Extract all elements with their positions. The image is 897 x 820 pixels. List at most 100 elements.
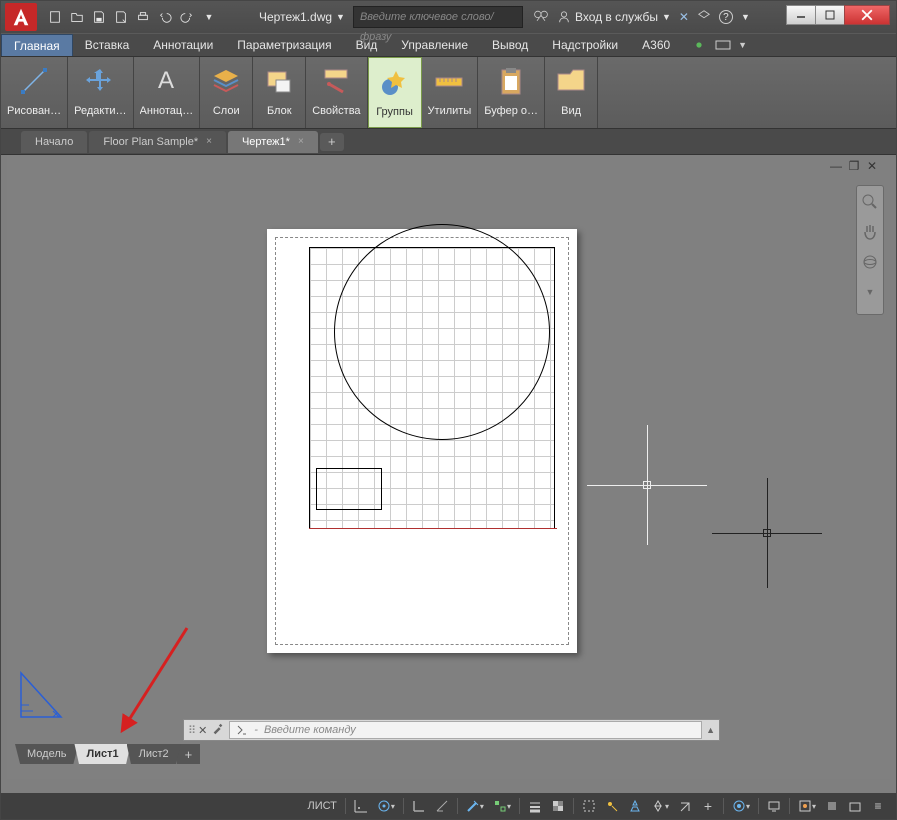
maximize-button[interactable] [815,5,845,25]
layout-tab-sheet2[interactable]: Лист2 [127,744,181,764]
status-isoplane-icon[interactable]: ▾ [463,796,487,816]
qat-saveas-icon[interactable] [111,7,131,27]
doctab-floorplan[interactable]: Floor Plan Sample* × [89,131,226,153]
close-icon[interactable]: × [298,136,304,147]
drawn-circle [334,224,550,440]
status-selection-icon[interactable] [579,796,599,816]
close-icon[interactable]: × [206,136,212,147]
panel-modify[interactable]: Редакти… [68,57,133,128]
command-input[interactable]: - Введите команду [229,721,702,739]
panel-clipboard[interactable]: Буфер о… [478,57,545,128]
tab-parametric[interactable]: Параметризация [225,34,343,56]
grip-icon[interactable]: ⠿ [188,724,194,737]
layout-tab-model[interactable]: Модель [15,744,78,764]
annotation-arrow [117,623,197,733]
vp-minimize-icon[interactable]: — [828,159,844,173]
app-icon[interactable] [697,9,711,26]
zoom-icon[interactable] [860,192,880,212]
measure-icon [429,61,469,101]
command-line[interactable]: ⠿ ✕ - Введите команду ▲ [183,719,720,741]
tab-a360[interactable]: A360 [630,34,682,56]
nav-expand-icon[interactable]: ▼ [860,282,880,302]
doctab-drawing1[interactable]: Чертеж1*× [228,131,318,153]
cmd-close-icon[interactable]: ✕ [198,724,207,737]
search-input[interactable]: Введите ключевое слово/фразу [353,6,523,28]
status-mode[interactable]: ЛИСТ [304,796,339,816]
exchange-icon[interactable]: ✕ [679,10,689,24]
qat-print-icon[interactable] [133,7,153,27]
status-isolate-icon[interactable] [822,796,842,816]
cmd-history-icon[interactable]: ▲ [706,725,715,735]
qat-redo-icon[interactable] [177,7,197,27]
layout-tab-sheet1[interactable]: Лист1 [74,744,130,764]
sign-in-button[interactable]: Вход в службы▼ [557,10,671,24]
status-monitor-icon[interactable] [764,796,784,816]
panel-groups[interactable]: Группы [368,57,422,128]
doctab-start[interactable]: Начало [21,131,87,153]
window-controls [787,5,890,25]
tab-insert[interactable]: Вставка [73,34,142,56]
vp-close-icon[interactable]: ✕ [864,159,880,173]
panel-view[interactable]: Вид [545,57,598,128]
tab-output[interactable]: Вывод [480,34,540,56]
pan-icon[interactable] [860,222,880,242]
status-annoscale-icon[interactable] [625,796,645,816]
viewport-bottom-edge [309,528,557,529]
status-osnap-icon[interactable]: ▾ [490,796,514,816]
close-button[interactable] [844,5,890,25]
document-title-text: Чертеж1.dwg [259,10,332,24]
ribbon-collapse-icon[interactable] [714,37,732,53]
tab-home[interactable]: Главная [1,34,73,56]
status-grid-icon[interactable] [351,796,371,816]
panel-draw[interactable]: Рисован… [1,57,68,128]
status-bar: ЛИСТ ▾ ▾ ▾ ▾ + ▾ ▾ ≡ [1,793,896,819]
tab-view[interactable]: Вид [344,34,390,56]
model-viewport[interactable] [309,247,555,529]
panel-utilities[interactable]: Утилиты [422,57,479,128]
qat-undo-icon[interactable] [155,7,175,27]
panel-annotation-label: Аннотац… [140,105,194,117]
tab-annotate[interactable]: Аннотации [141,34,225,56]
group-icon [375,62,415,102]
panel-properties[interactable]: Свойства [306,57,367,128]
clipboard-icon [491,61,531,101]
qat-dropdown-icon[interactable]: ▼ [199,7,219,27]
qat-save-icon[interactable] [89,7,109,27]
ribbon-tab-strip: Главная Вставка Аннотации Параметризация… [1,33,896,57]
layout-tab-add[interactable]: + [177,744,201,764]
status-clean-icon[interactable] [845,796,865,816]
app-logo[interactable] [5,3,37,31]
orbit-icon[interactable] [860,252,880,272]
vp-maximize-icon[interactable]: ❐ [846,159,862,173]
featured-apps-icon[interactable] [690,37,708,53]
panel-layers[interactable]: Слои [200,57,253,128]
status-lineweight-icon[interactable] [525,796,545,816]
status-workspace-icon[interactable]: ▾ [729,796,753,816]
qat-new-icon[interactable] [45,7,65,27]
status-customize-icon[interactable]: ≡ [868,796,888,816]
cmd-settings-icon[interactable] [211,722,225,739]
document-tabs: Начало Floor Plan Sample* × Чертеж1*× + [1,129,896,155]
status-scale-icon[interactable]: ▾ [648,796,672,816]
doctab-add[interactable]: + [320,133,344,151]
status-transparency-icon[interactable] [548,796,568,816]
prompt-icon [236,724,248,736]
panel-block[interactable]: Блок [253,57,306,128]
doctab-floorplan-label: Floor Plan Sample* [103,136,198,148]
status-polar-icon[interactable] [432,796,452,816]
drawing-canvas[interactable]: — ❐ ✕ ▼ ⠿ ✕ - Введите кома [7,155,890,779]
qat-open-icon[interactable] [67,7,87,27]
panel-annotation[interactable]: A Аннотац… [134,57,201,128]
infocenter-icon[interactable] [533,9,549,26]
status-ortho-icon[interactable] [409,796,429,816]
status-snap-icon[interactable]: ▾ [374,796,398,816]
help-icon[interactable]: ? [719,10,733,24]
status-annovis-icon[interactable] [675,796,695,816]
minimize-button[interactable] [786,5,816,25]
status-units-icon[interactable]: ▾ [795,796,819,816]
status-gizmo-icon[interactable] [602,796,622,816]
tab-manage[interactable]: Управление [389,34,480,56]
tab-addins[interactable]: Надстройки [540,34,630,56]
layers-icon [206,61,246,101]
status-plus-icon[interactable]: + [698,796,718,816]
